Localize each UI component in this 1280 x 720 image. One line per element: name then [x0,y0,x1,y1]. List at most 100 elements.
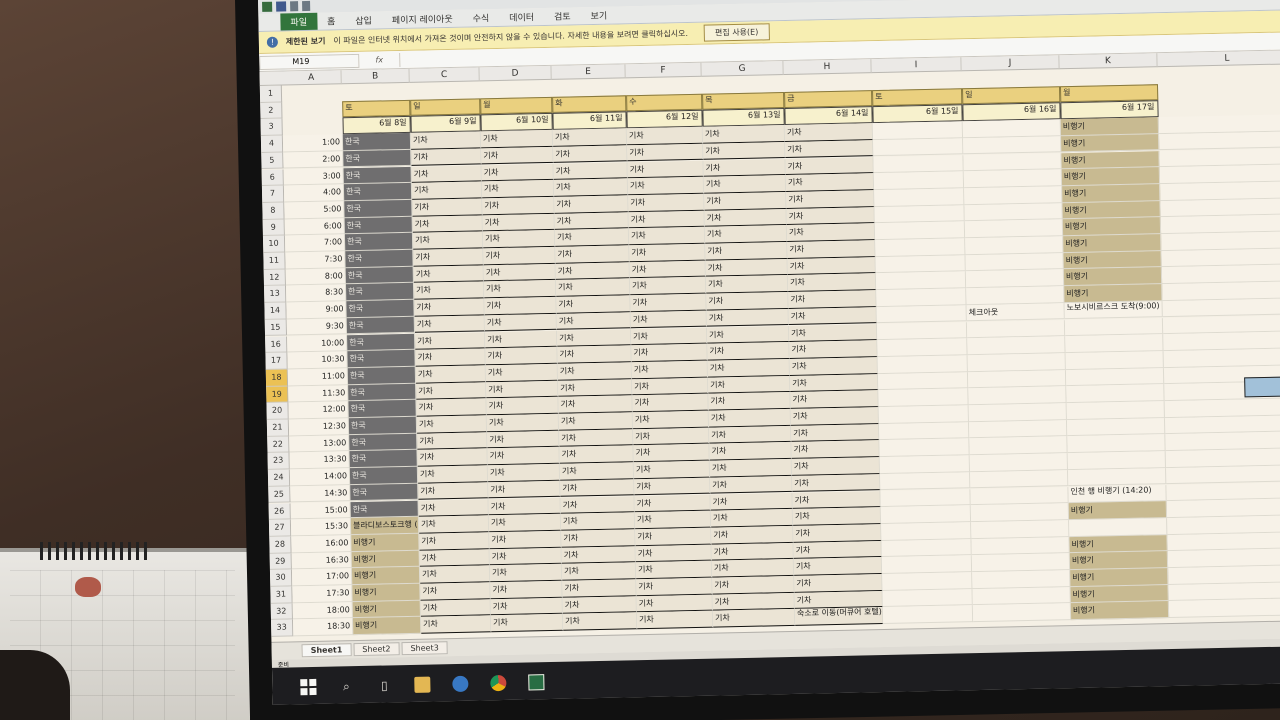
empty-cell[interactable] [972,603,1072,623]
empty-cell[interactable]: 체크아웃 [966,302,1065,322]
empty-cell[interactable] [876,305,967,324]
empty-cell[interactable] [882,605,974,625]
schedule-cell[interactable] [1066,417,1166,437]
train-cell[interactable]: 기차 [415,348,486,367]
empty-cell[interactable] [874,188,965,207]
train-cell[interactable]: 기차 [555,261,630,281]
train-cell[interactable]: 기차 [706,325,790,344]
schedule-cell[interactable]: 한국 [342,132,412,152]
schedule-cell[interactable]: 비행기 [1061,150,1160,170]
train-cell[interactable]: 기차 [485,363,559,382]
schedule-cell[interactable]: 한국 [348,383,417,402]
train-cell[interactable]: 기차 [703,141,786,161]
train-cell[interactable]: 기차 [554,195,629,214]
train-cell[interactable]: 기차 [484,296,557,316]
column-header-b[interactable]: B [341,68,410,85]
train-cell[interactable]: 기차 [481,163,554,182]
train-cell[interactable]: 기차 [710,492,793,511]
row-header[interactable]: 20 [266,402,289,420]
train-cell[interactable]: 기차 [562,595,637,615]
empty-cell[interactable] [962,119,1062,139]
train-cell[interactable]: 기차 [628,226,706,246]
empty-cell[interactable] [1168,598,1280,619]
empty-cell[interactable] [877,371,969,391]
train-cell[interactable]: 기차 [632,393,709,413]
empty-cell[interactable] [879,421,970,441]
time-cell[interactable]: 12:30 [288,418,350,437]
train-cell[interactable]: 기차 [790,390,879,409]
train-cell[interactable]: 기차 [484,330,558,349]
schedule-cell[interactable]: 한국 [347,349,416,369]
schedule-cell[interactable] [1068,467,1167,487]
empty-cell[interactable] [880,505,972,524]
row-header[interactable]: 1 [259,85,283,103]
time-cell[interactable]: 15:00 [290,501,351,520]
empty-cell[interactable] [875,271,967,291]
train-cell[interactable]: 기차 [709,442,792,461]
train-cell[interactable]: 기차 [634,510,712,530]
schedule-cell[interactable] [1066,384,1165,404]
time-cell[interactable]: 10:00 [287,334,348,353]
train-cell[interactable]: 기차 [410,131,482,150]
train-cell[interactable]: 기차 [708,408,792,428]
train-cell[interactable]: 기차 [634,477,711,496]
row-header[interactable]: 28 [269,536,292,554]
empty-cell[interactable] [873,171,965,191]
schedule-cell[interactable]: 비행기 [1061,167,1161,187]
time-cell[interactable]: 17:30 [292,585,353,604]
train-cell[interactable]: 기차 [702,125,786,144]
schedule-cell[interactable]: 한국 [344,199,413,218]
train-cell[interactable]: 기차 [415,331,486,350]
train-cell[interactable]: 기차 [488,497,561,516]
row-header[interactable]: 26 [268,502,291,521]
schedule-cell[interactable]: 비행기 [1070,601,1170,621]
row-header[interactable]: 21 [266,419,290,437]
empty-cell[interactable] [880,471,971,491]
train-cell[interactable]: 기차 [555,278,631,297]
train-cell[interactable]: 기차 [553,145,628,164]
train-cell[interactable]: 기차 [704,191,787,211]
train-cell[interactable]: 기차 [418,482,489,501]
empty-cell[interactable] [882,572,973,591]
empty-cell[interactable] [876,288,967,307]
time-cell[interactable]: 13:00 [289,434,350,453]
train-cell[interactable]: 기차 [789,356,878,376]
excel-taskbar-icon[interactable] [528,674,545,691]
train-cell[interactable]: 기차 [631,343,708,363]
schedule-cell[interactable]: 한국 [344,233,414,252]
time-cell[interactable]: 16:00 [291,535,352,553]
schedule-cell[interactable]: 한국 [345,266,414,285]
train-cell[interactable]: 기차 [636,610,714,630]
edge-browser-icon[interactable] [452,675,469,693]
train-cell[interactable]: 기차 [634,494,711,513]
train-cell[interactable]: 기차 [786,190,875,209]
train-cell[interactable]: 기차 [556,328,632,347]
train-cell[interactable]: 기차 [487,447,560,466]
train-cell[interactable]: 기차 [794,590,883,610]
train-cell[interactable]: 기차 [789,340,878,359]
row-header[interactable]: 3 [260,118,283,137]
empty-cell[interactable] [873,138,964,157]
train-cell[interactable]: 기차 [711,542,794,561]
row-header[interactable]: 11 [263,252,286,270]
train-cell[interactable]: 기차 [707,358,790,378]
row-header[interactable]: 31 [270,586,293,604]
time-cell[interactable]: 14:30 [290,484,351,503]
train-cell[interactable]: 기차 [552,128,628,147]
train-cell[interactable]: 기차 [488,513,562,533]
train-cell[interactable]: 기차 [707,375,791,394]
time-cell[interactable]: 16:30 [291,551,352,570]
column-header-j[interactable]: J [961,55,1060,72]
empty-cell[interactable] [971,536,1070,556]
train-cell[interactable]: 기차 [559,428,634,448]
column-header-l[interactable]: L [1157,50,1280,68]
empty-cell[interactable] [969,436,1068,456]
empty-cell[interactable] [965,269,1065,289]
train-cell[interactable]: 기차 [416,381,487,401]
empty-cell[interactable] [967,369,1067,389]
row-header[interactable]: 10 [262,235,286,253]
file-explorer-icon[interactable] [414,676,431,693]
schedule-cell[interactable]: 블라디보스토크행 (15:55) [350,516,420,536]
time-cell[interactable]: 9:30 [286,318,348,336]
ribbon-tab[interactable]: 삽입 [345,11,382,29]
